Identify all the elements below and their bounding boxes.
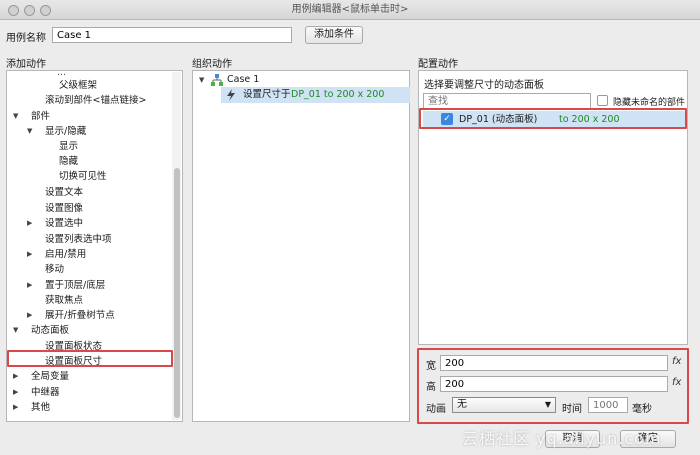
chevron-right-icon[interactable]: ▶ <box>27 247 32 262</box>
tree-item-show[interactable]: 显示 <box>59 139 78 154</box>
add-action-title: 添加动作 <box>6 59 46 70</box>
case-name-label: 用例名称 <box>6 33 46 44</box>
add-condition-button[interactable]: 添加条件 <box>305 26 363 44</box>
chevron-right-icon[interactable]: ▶ <box>27 308 32 323</box>
tree-item-set-selected[interactable]: 设置选中 <box>45 216 83 231</box>
chevron-right-icon[interactable]: ▶ <box>27 278 32 293</box>
chevron-down-icon[interactable]: ▼ <box>199 73 204 88</box>
highlight-panel-item <box>419 108 687 129</box>
chevron-right-icon[interactable]: ▶ <box>27 216 32 231</box>
organize-action-row[interactable]: 设置尺寸于 DP_01 to 200 x 200 <box>221 87 410 103</box>
tree-item-set-image[interactable]: 设置图像 <box>45 201 83 216</box>
window-titlebar: 用例编辑器<鼠标单击时> <box>0 0 700 20</box>
hide-unnamed-label: 隐藏未命名的部件 <box>613 98 686 108</box>
tree-item-bring-front[interactable]: 置于顶层/底层 <box>45 278 105 293</box>
tree-item-set-list-selected[interactable]: 设置列表选中项 <box>45 232 112 247</box>
search-input[interactable] <box>423 93 591 109</box>
action-target: DP_01 to 200 x 200 <box>291 89 385 100</box>
tree-item-focus[interactable]: 获取焦点 <box>45 293 83 308</box>
organize-action-panel: ▼ Case 1 设置尺寸于 DP_01 to 200 x 200 <box>192 70 410 422</box>
tree-item-scroll-to[interactable]: 滚动到部件<锚点链接> <box>45 93 146 108</box>
tree-item-dynamic-panel[interactable]: 动态面板 <box>31 323 69 338</box>
tree-scrollbar-thumb[interactable] <box>174 168 180 418</box>
tree-item-global-var[interactable]: 全局变量 <box>31 369 69 384</box>
hide-unnamed-checkbox[interactable] <box>597 95 608 106</box>
close-window-button[interactable] <box>8 5 19 16</box>
chevron-right-icon[interactable]: ▶ <box>13 369 18 384</box>
case-item[interactable]: Case 1 <box>227 72 259 87</box>
watermark-text: 云栖社区 yq.aliyun.com <box>462 429 662 448</box>
tree-item-toggle[interactable]: 切换可见性 <box>59 169 107 184</box>
tree-item-widgets[interactable]: 部件 <box>31 109 50 124</box>
config-action-title: 配置动作 <box>418 59 458 70</box>
zoom-window-button[interactable] <box>40 5 51 16</box>
tree-item-other[interactable]: 其他 <box>31 400 50 415</box>
chevron-down-icon[interactable]: ▼ <box>13 109 18 124</box>
chevron-right-icon[interactable]: ▶ <box>13 385 18 400</box>
tree-item-move[interactable]: 移动 <box>45 262 64 277</box>
add-action-panel: ... 父级框架 滚动到部件<锚点链接> ▼ 部件 ▼ 显示/隐藏 显示 隐藏 … <box>6 70 183 422</box>
highlight-size-settings <box>417 348 689 424</box>
tree-item-repeater[interactable]: 中继器 <box>31 385 60 400</box>
highlight-set-panel-size <box>7 350 173 367</box>
tree-item-expand-tree[interactable]: 展开/折叠树节点 <box>45 308 115 323</box>
tree-item-hide[interactable]: 隐藏 <box>59 154 78 169</box>
chevron-right-icon[interactable]: ▶ <box>13 400 18 415</box>
tree-item-parent-frame[interactable]: 父级框架 <box>59 78 97 93</box>
tree-item-enable-disable[interactable]: 启用/禁用 <box>45 247 86 262</box>
case-tree-icon <box>211 74 223 86</box>
minimize-window-button[interactable] <box>24 5 35 16</box>
organize-action-title: 组织动作 <box>192 59 232 70</box>
case-name-input[interactable] <box>52 27 292 43</box>
chevron-down-icon[interactable]: ▼ <box>27 124 32 139</box>
lightning-icon <box>227 89 235 101</box>
tree-item-show-hide[interactable]: 显示/隐藏 <box>45 124 86 139</box>
chevron-down-icon[interactable]: ▼ <box>13 323 18 338</box>
tree-item-set-text[interactable]: 设置文本 <box>45 185 83 200</box>
window-title: 用例编辑器<鼠标单击时> <box>291 4 409 15</box>
choose-panel-label: 选择要调整尺寸的动态面板 <box>424 80 544 91</box>
action-prefix: 设置尺寸于 <box>243 89 291 100</box>
